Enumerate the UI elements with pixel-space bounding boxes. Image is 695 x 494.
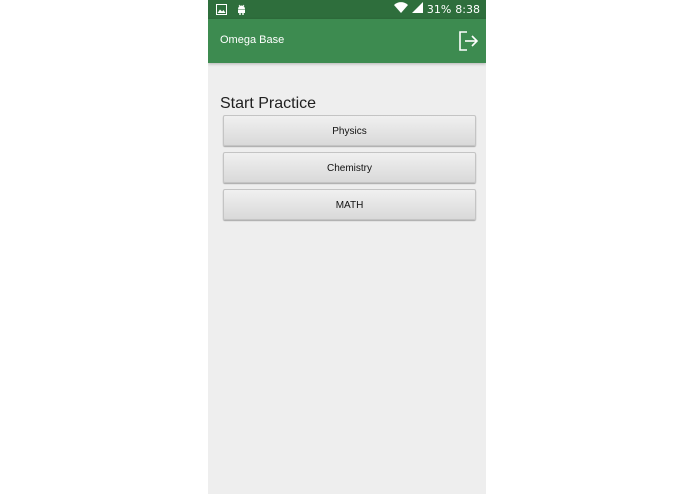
logout-button[interactable] [456, 29, 480, 53]
battery-percent: 31% [426, 3, 452, 16]
image-icon [216, 3, 227, 18]
physics-button[interactable]: Physics [223, 115, 476, 146]
app-title: Omega Base [220, 34, 285, 46]
status-right-info: 31% 8:38 [393, 2, 480, 17]
android-icon [236, 3, 247, 18]
status-time: 8:38 [455, 3, 480, 16]
phone-screen: 31% 8:38 Omega Base Start Practice Physi… [208, 0, 486, 494]
math-button[interactable]: MATH [223, 189, 476, 220]
logout-icon [456, 31, 480, 57]
status-bar: 31% 8:38 [208, 0, 486, 19]
status-left-icons [216, 3, 247, 18]
signal-icon [411, 2, 423, 17]
chemistry-button[interactable]: Chemistry [223, 152, 476, 183]
app-bar: Omega Base [208, 19, 486, 63]
section-title: Start Practice [220, 95, 317, 112]
wifi-icon [393, 2, 408, 17]
